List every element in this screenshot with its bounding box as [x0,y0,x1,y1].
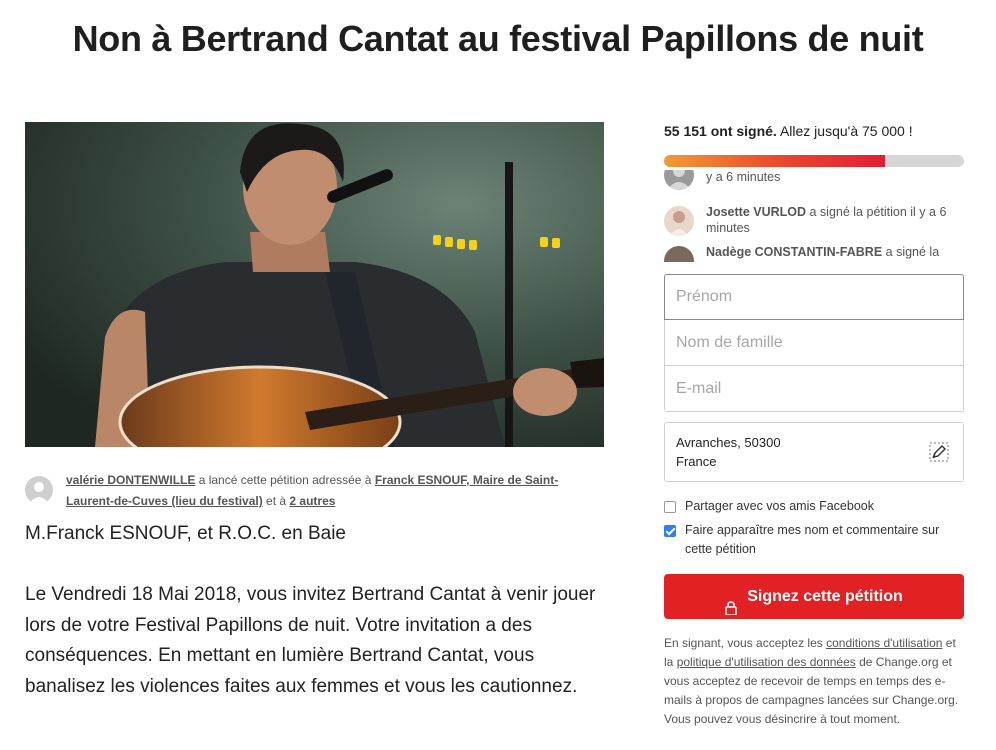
other-decision-makers-link[interactable]: 2 autres [289,494,335,508]
signature-progress-bar [664,155,964,167]
starter-name-link[interactable]: valérie DONTENWILLE [66,473,195,487]
signature-count: 55 151 ont signé. Allez jusqu'à 75 000 ! [664,123,913,139]
display-name-label: Faire apparaître mes nom et commentaire … [685,523,940,556]
location-city: Avranches, 50300 [676,435,781,450]
location-country: France [676,454,717,469]
share-facebook-checkbox[interactable] [664,501,676,513]
petition-photo [25,122,604,447]
page-title: Non à Bertrand Cantat au festival Papill… [72,18,924,59]
starter-avatar [25,476,53,504]
progress-fill [664,155,885,167]
legal-notice: En signant, vous acceptez les conditions… [664,636,959,726]
signer-avatar [664,206,694,236]
location-field[interactable]: Avranches, 50300 France [664,422,964,482]
last-name-input[interactable] [664,320,964,366]
privacy-policy-link[interactable]: politique d'utilisation des données [677,655,856,669]
signer-avatar [664,170,694,190]
pencil-icon[interactable] [929,442,949,462]
petition-starter: valérie DONTENWILLE a lancé cette pétiti… [25,470,585,510]
feed-item: y a 6 minutes [664,170,964,200]
petition-body: Le Vendredi 18 Mai 2018, vous invitez Be… [25,584,596,697]
display-name-checkbox[interactable] [664,525,676,537]
signer-avatar [664,246,694,262]
lock-icon [725,588,737,616]
petition-salutation: M.Franck ESNOUF, et R.O.C. en Baie [25,523,346,544]
email-input[interactable] [664,366,964,412]
starter-text: valérie DONTENWILLE a lancé cette pétiti… [66,473,559,508]
sign-petition-button[interactable]: Signez cette pétition [664,574,964,619]
feed-item: Nadège CONSTANTIN-FABRE a signé la [664,244,964,262]
first-name-input[interactable] [664,274,964,320]
terms-link[interactable]: conditions d'utilisation [826,636,942,650]
feed-item: Josette VURLOD a signé la pétition il y … [664,204,964,244]
recent-signers-feed: y a 6 minutes Josette VURLOD a signé la … [664,170,964,262]
share-facebook-label: Partager avec vos amis Facebook [685,499,874,513]
